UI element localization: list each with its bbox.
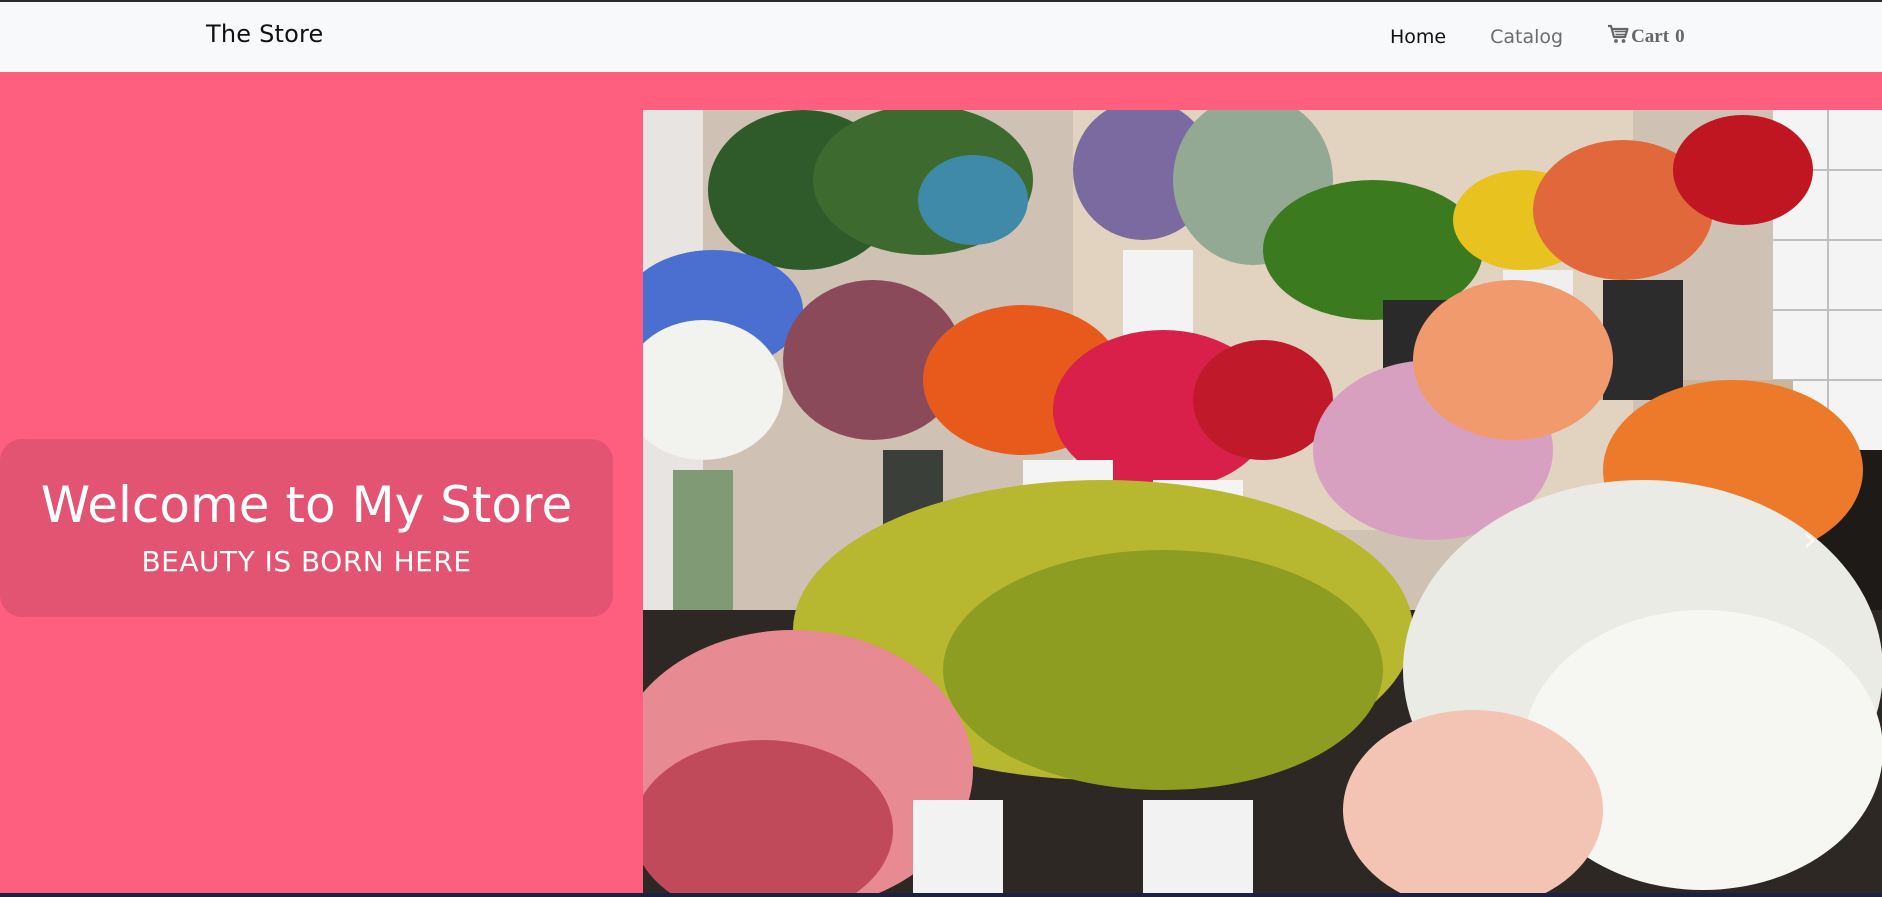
- welcome-subtitle: BEAUTY IS BORN HERE: [141, 545, 472, 578]
- nav-links: Home Catalog Cart 0: [1390, 24, 1685, 50]
- hero-flower-image: ›: [643, 110, 1882, 893]
- bottom-border: [0, 893, 1882, 897]
- nav-catalog-link[interactable]: Catalog: [1490, 26, 1563, 48]
- welcome-title: Welcome to My Store: [40, 476, 573, 534]
- cart-icon: [1607, 24, 1631, 50]
- cart-count: 0: [1675, 26, 1685, 47]
- chevron-right-icon[interactable]: ›: [1798, 520, 1822, 560]
- nav-cart-link[interactable]: Cart 0: [1607, 24, 1685, 50]
- nav-home-link[interactable]: Home: [1390, 26, 1446, 48]
- navbar: The Store Home Catalog Cart 0: [0, 2, 1882, 72]
- welcome-banner: Welcome to My Store BEAUTY IS BORN HERE: [0, 439, 613, 617]
- cart-label: Cart: [1631, 26, 1670, 47]
- brand-link[interactable]: The Store: [206, 20, 324, 48]
- hero-section: Welcome to My Store BEAUTY IS BORN HERE: [0, 72, 1882, 893]
